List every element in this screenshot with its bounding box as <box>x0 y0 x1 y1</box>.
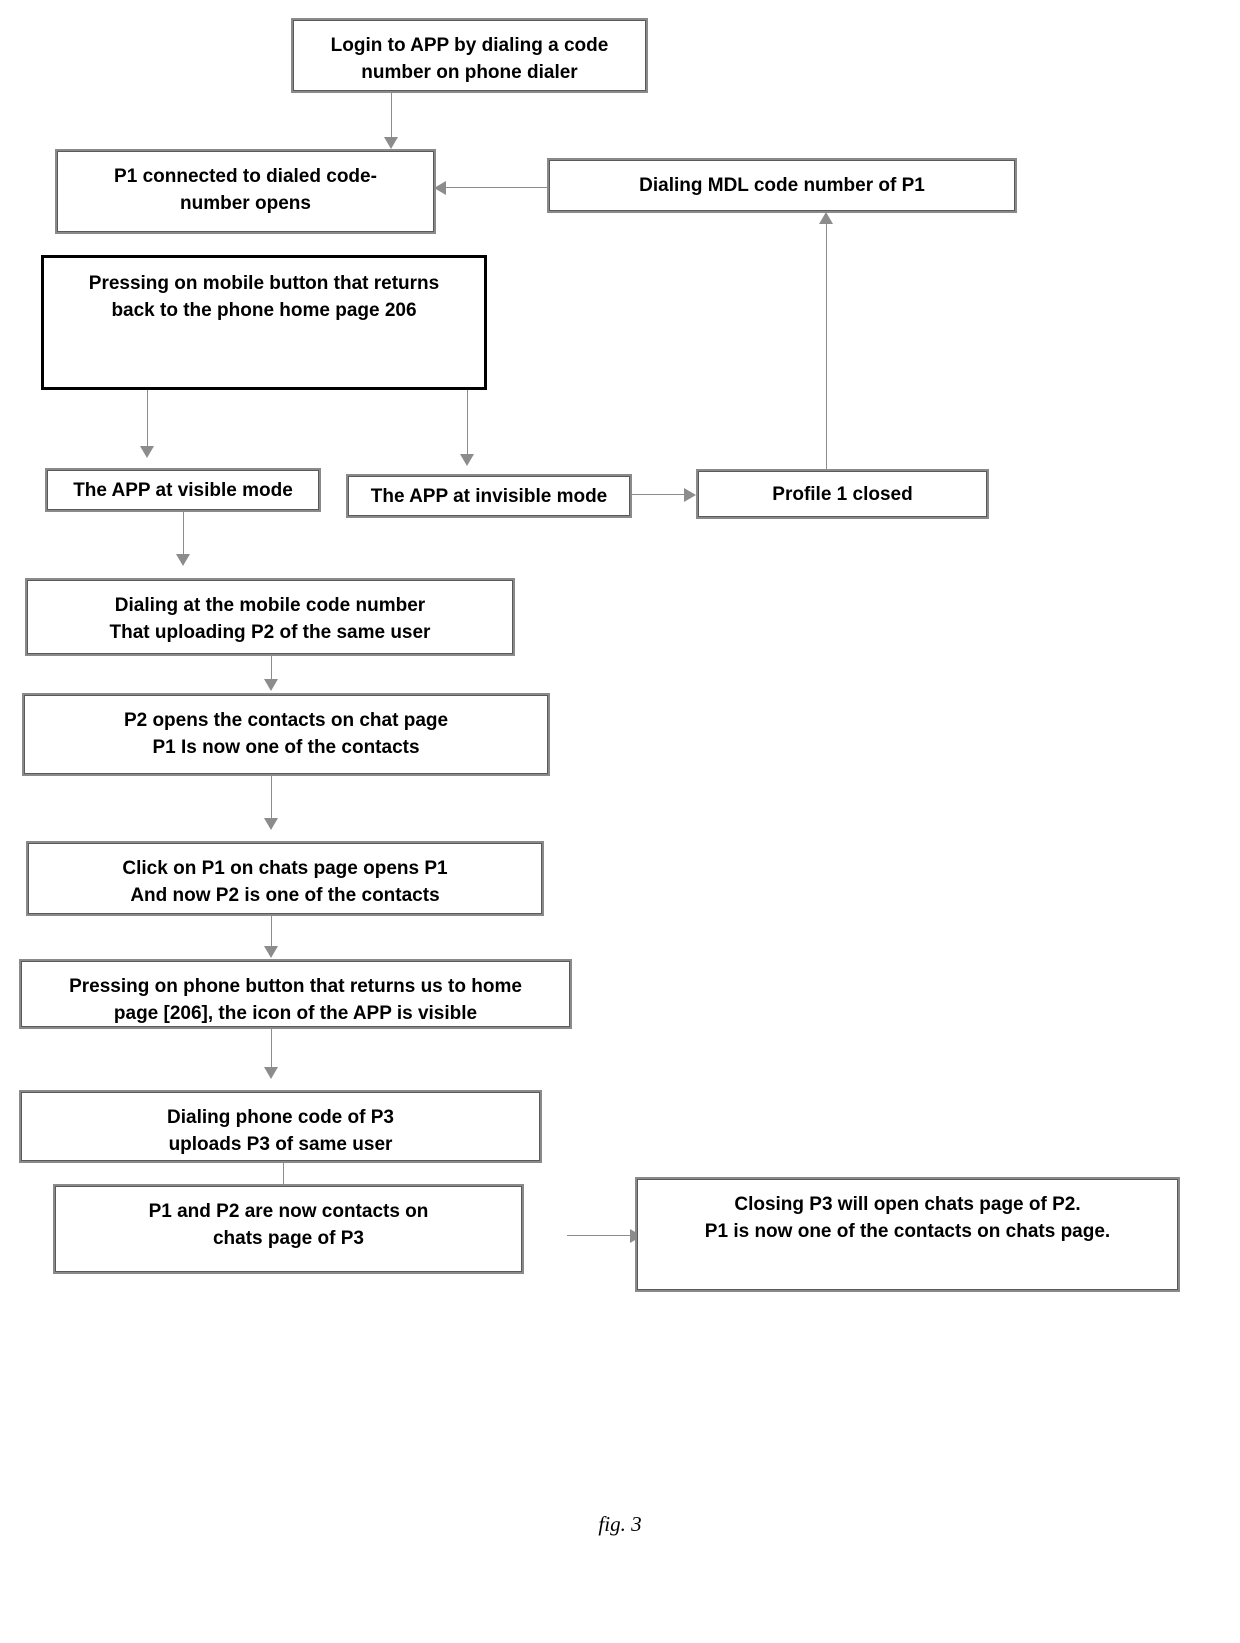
node-login-to-app: Login to APP by dialing a code number on… <box>291 18 648 93</box>
connector-appvisible-to-dialingmobile-line <box>183 512 184 558</box>
connector-pressing-to-appinvisible-arrow <box>460 454 474 466</box>
node-pressing-mobile-button: Pressing on mobile button that returns b… <box>41 255 487 390</box>
node-click-p1-label: Click on P1 on chats page opens P1 And n… <box>122 858 448 906</box>
node-p1-p2-contacts-p3: P1 and P2 are now contacts on chats page… <box>53 1184 524 1274</box>
connector-p2opens-to-clickp1-line <box>271 776 272 822</box>
connector-pressing-to-appinvisible-line <box>467 390 468 458</box>
connector-appinvisible-to-profileclosed-line <box>632 494 686 495</box>
connector-clickp1-to-pressingphone-arrow <box>264 946 278 958</box>
node-dialing-phone-code-p3: Dialing phone code of P3 uploads P3 of s… <box>19 1090 542 1163</box>
node-app-invisible-mode-label: The APP at invisible mode <box>370 485 608 507</box>
connector-p2opens-to-clickp1-arrow <box>264 818 278 830</box>
node-pressing-mobile-button-label: Pressing on mobile button that returns b… <box>88 273 440 321</box>
connector-mdl-to-p1connected-line <box>446 187 547 188</box>
connector-mdl-to-p1connected-arrow <box>434 181 446 195</box>
node-dialing-phone-code-p3-label: Dialing phone code of P3 uploads P3 of s… <box>167 1107 394 1155</box>
node-profile-1-closed-label: Profile 1 closed <box>772 483 913 505</box>
connector-login-to-p1connected-arrow <box>384 137 398 149</box>
node-p1-connected-label: P1 connected to dialed code- number open… <box>114 166 377 214</box>
node-profile-1-closed: Profile 1 closed <box>696 469 989 519</box>
node-app-visible-mode: The APP at visible mode <box>45 468 321 512</box>
connector-pressing-to-appvisible-line <box>147 390 148 450</box>
connector-appinvisible-to-profileclosed-arrow <box>684 488 696 502</box>
connector-pressing-to-appvisible-arrow <box>140 446 154 458</box>
node-closing-p3: Closing P3 will open chats page of P2. P… <box>635 1177 1180 1292</box>
node-closing-p3-label: Closing P3 will open chats page of P2. P… <box>704 1194 1111 1242</box>
connector-profileclosed-to-mdl-arrow <box>819 212 833 224</box>
node-p2-opens-contacts: P2 opens the contacts on chat page P1 Is… <box>22 693 550 776</box>
node-pressing-phone-button: Pressing on phone button that returns us… <box>19 959 572 1029</box>
connector-dialingmobile-to-p2opens-arrow <box>264 679 278 691</box>
connector-pressingphone-to-dialingp3-arrow <box>264 1067 278 1079</box>
connector-appvisible-to-dialingmobile-arrow <box>176 554 190 566</box>
connector-p1p2contacts-to-closingp3-line <box>567 1235 632 1236</box>
node-app-invisible-mode: The APP at invisible mode <box>346 474 632 518</box>
node-click-p1: Click on P1 on chats page opens P1 And n… <box>26 841 544 916</box>
connector-login-to-p1connected-line <box>391 93 392 141</box>
node-dialing-mobile-code: Dialing at the mobile code number That u… <box>25 578 515 656</box>
node-p1-connected: P1 connected to dialed code- number open… <box>55 149 436 234</box>
node-dialing-mdl-code-label: Dialing MDL code number of P1 <box>639 175 925 196</box>
node-dialing-mdl-code: Dialing MDL code number of P1 <box>547 158 1017 213</box>
connector-pressingphone-to-dialingp3-line <box>271 1029 272 1071</box>
node-p2-opens-contacts-label: P2 opens the contacts on chat page P1 Is… <box>123 710 449 758</box>
node-pressing-phone-button-label: Pressing on phone button that returns us… <box>69 976 522 1024</box>
connector-clickp1-to-pressingphone-line <box>271 916 272 950</box>
connector-profileclosed-to-mdl-line <box>826 222 827 469</box>
figure-caption: fig. 3 <box>598 1512 642 1536</box>
node-p1-p2-contacts-p3-label: P1 and P2 are now contacts on chats page… <box>148 1201 429 1249</box>
flowchart-canvas: Login to APP by dialing a code number on… <box>0 0 1240 1643</box>
node-app-visible-mode-label: The APP at visible mode <box>73 479 293 501</box>
node-dialing-mobile-code-label: Dialing at the mobile code number That u… <box>109 595 431 643</box>
node-login-to-app-label: Login to APP by dialing a code number on… <box>330 35 609 83</box>
